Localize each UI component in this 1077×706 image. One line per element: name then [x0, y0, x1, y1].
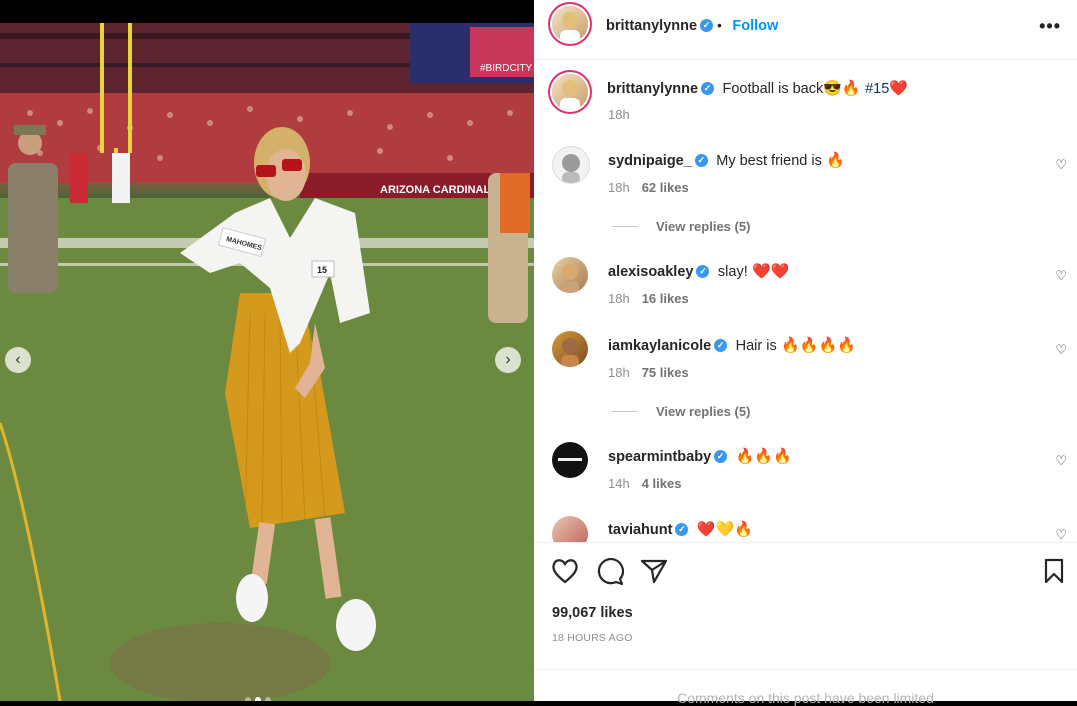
comment-item: taviahunt ✓ ❤️💛🔥 ♡: [534, 514, 1077, 542]
comment-time: 18h: [608, 365, 630, 380]
header-separator: •: [717, 17, 722, 33]
chevron-right-icon: ›: [505, 351, 511, 368]
follow-button[interactable]: Follow: [732, 18, 778, 34]
commenter-username[interactable]: sydnipaige_: [608, 153, 692, 169]
comment-likes[interactable]: 62 likes: [642, 180, 689, 195]
comment-time: 14h: [608, 476, 630, 491]
comment-item: iamkaylanicole ✓ Hair is 🔥🔥🔥🔥 18h 75 likes…: [534, 329, 1077, 429]
caption-hashtag[interactable]: #15: [865, 81, 889, 97]
carousel-prev-button[interactable]: ‹: [5, 347, 31, 373]
share-icon: [640, 559, 668, 584]
comment-like-button[interactable]: ♡: [1055, 342, 1067, 358]
carousel-dot-active: [255, 697, 261, 701]
verified-badge-icon: ✓: [701, 82, 715, 96]
verified-badge-icon: ✓: [694, 154, 708, 168]
comment-like-button[interactable]: ♡: [1055, 527, 1067, 542]
heart-outline-icon: ♡: [1055, 157, 1067, 172]
carousel-dot: [265, 697, 271, 701]
caption-author-avatar[interactable]: [552, 74, 588, 110]
comment-emojis: ❤️💛🔥: [696, 521, 753, 538]
post-caption: brittanylynne ✓ Football is back😎🔥 #15❤️ …: [534, 72, 1077, 132]
replies-divider: [612, 411, 638, 413]
comment-like-button[interactable]: ♡: [1055, 453, 1067, 469]
comment-text: My best friend is: [716, 153, 822, 169]
view-replies-label: View replies (5): [656, 404, 751, 419]
comment-meta: 14h 4 likes: [608, 476, 681, 491]
author-avatar[interactable]: [552, 6, 588, 42]
commenter-avatar[interactable]: [552, 331, 588, 367]
comment-meta: 18h 62 likes: [608, 180, 689, 195]
comment-likes[interactable]: 16 likes: [642, 291, 689, 306]
post-actions: 99,067 likes 18 HOURS AGO: [534, 542, 1077, 670]
verified-badge-icon: ✓: [714, 450, 728, 464]
commenter-username[interactable]: taviahunt: [608, 522, 672, 538]
comment-item: sydnipaige_ ✓ My best friend is 🔥 18h 62 l…: [534, 144, 1077, 244]
caption-trailing-emoji: ❤️: [889, 80, 908, 97]
comment-like-button[interactable]: ♡: [1055, 268, 1067, 284]
comment-emojis: 🔥🔥🔥: [735, 448, 792, 465]
comments-limited-notice: Comments on this post have been limited: [677, 690, 934, 706]
comment-likes[interactable]: 4 likes: [642, 476, 682, 491]
commenter-avatar[interactable]: [552, 442, 588, 478]
comment-text: Hair is: [735, 338, 777, 354]
comment-icon: [597, 558, 625, 586]
commenter-avatar[interactable]: [552, 516, 588, 542]
stadium-banner-text: ARIZONA CARDINALS: [380, 184, 498, 196]
bookmark-icon: [1044, 558, 1064, 584]
comment-item: alexisoakley ✓ slay! ❤️❤️ 18h 16 likes ♡: [534, 255, 1077, 315]
heart-outline-icon: ♡: [1055, 342, 1067, 357]
heart-outline-icon: ♡: [1055, 527, 1067, 542]
comment-emojis: ❤️❤️: [752, 263, 790, 280]
caption-emojis: 😎🔥: [823, 80, 861, 97]
comment-likes[interactable]: 75 likes: [642, 365, 689, 380]
verified-badge-icon: ✓: [675, 523, 689, 537]
comment-button[interactable]: [596, 558, 625, 591]
caption-text: Football is back: [722, 81, 824, 97]
chevron-left-icon: ‹: [15, 351, 21, 368]
post-header: brittanylynne ✓ • Follow •••: [534, 0, 1077, 60]
scoreboard-text: #BIRDCITY: [480, 63, 533, 74]
caption-username[interactable]: brittanylynne: [607, 81, 698, 97]
comment-text: slay!: [717, 264, 748, 280]
more-horizontal-icon: •••: [1039, 16, 1061, 36]
comment-meta: 18h 16 likes: [608, 291, 689, 306]
commenter-avatar[interactable]: [552, 257, 588, 293]
jersey-number-tag: 15: [317, 265, 327, 275]
commenter-username[interactable]: spearmintbaby: [608, 449, 711, 465]
post-side-panel: brittanylynne ✓ • Follow ••• brittanylynne…: [534, 0, 1077, 706]
commenter-username[interactable]: iamkaylanicole: [608, 338, 711, 354]
commenter-avatar[interactable]: [552, 146, 590, 184]
share-button[interactable]: [640, 558, 668, 589]
like-button[interactable]: [551, 558, 579, 589]
heart-icon: [552, 559, 578, 584]
view-replies-label: View replies (5): [656, 219, 751, 234]
comment-emojis: 🔥🔥🔥🔥: [781, 337, 856, 354]
replies-divider: [612, 226, 638, 228]
comment-time: 18h: [608, 291, 630, 306]
comment-item: spearmintbaby ✓ 🔥🔥🔥 14h 4 likes ♡: [534, 440, 1077, 500]
view-replies-button[interactable]: View replies (5): [612, 218, 750, 236]
comment-meta: 18h 75 likes: [608, 365, 689, 380]
likes-count[interactable]: 99,067 likes: [552, 605, 633, 621]
posted-time: 18 HOURS AGO: [552, 632, 633, 644]
comment-emojis: 🔥: [826, 152, 845, 169]
post-photo: #BIRDCITY ARIZONA CARDINALS MAHOMES 15 ‹…: [0, 23, 534, 701]
photo-illustration: #BIRDCITY ARIZONA CARDINALS MAHOMES 15: [0, 23, 534, 701]
comment-time: 18h: [608, 180, 630, 195]
comment-like-button[interactable]: ♡: [1055, 157, 1067, 173]
verified-badge-icon: ✓: [714, 339, 728, 353]
verified-badge-icon: ✓: [700, 19, 714, 33]
more-options-button[interactable]: •••: [1039, 16, 1061, 37]
carousel-indicator: [245, 697, 271, 701]
heart-outline-icon: ♡: [1055, 453, 1067, 468]
save-button[interactable]: [1043, 558, 1065, 589]
heart-outline-icon: ♡: [1055, 268, 1067, 283]
view-replies-button[interactable]: View replies (5): [612, 403, 750, 421]
commenter-username[interactable]: alexisoakley: [608, 264, 693, 280]
caption-time: 18h: [608, 107, 630, 122]
carousel-dot: [245, 697, 251, 701]
verified-badge-icon: ✓: [696, 265, 710, 279]
carousel-next-button[interactable]: ›: [495, 347, 521, 373]
author-username[interactable]: brittanylynne: [606, 18, 697, 34]
